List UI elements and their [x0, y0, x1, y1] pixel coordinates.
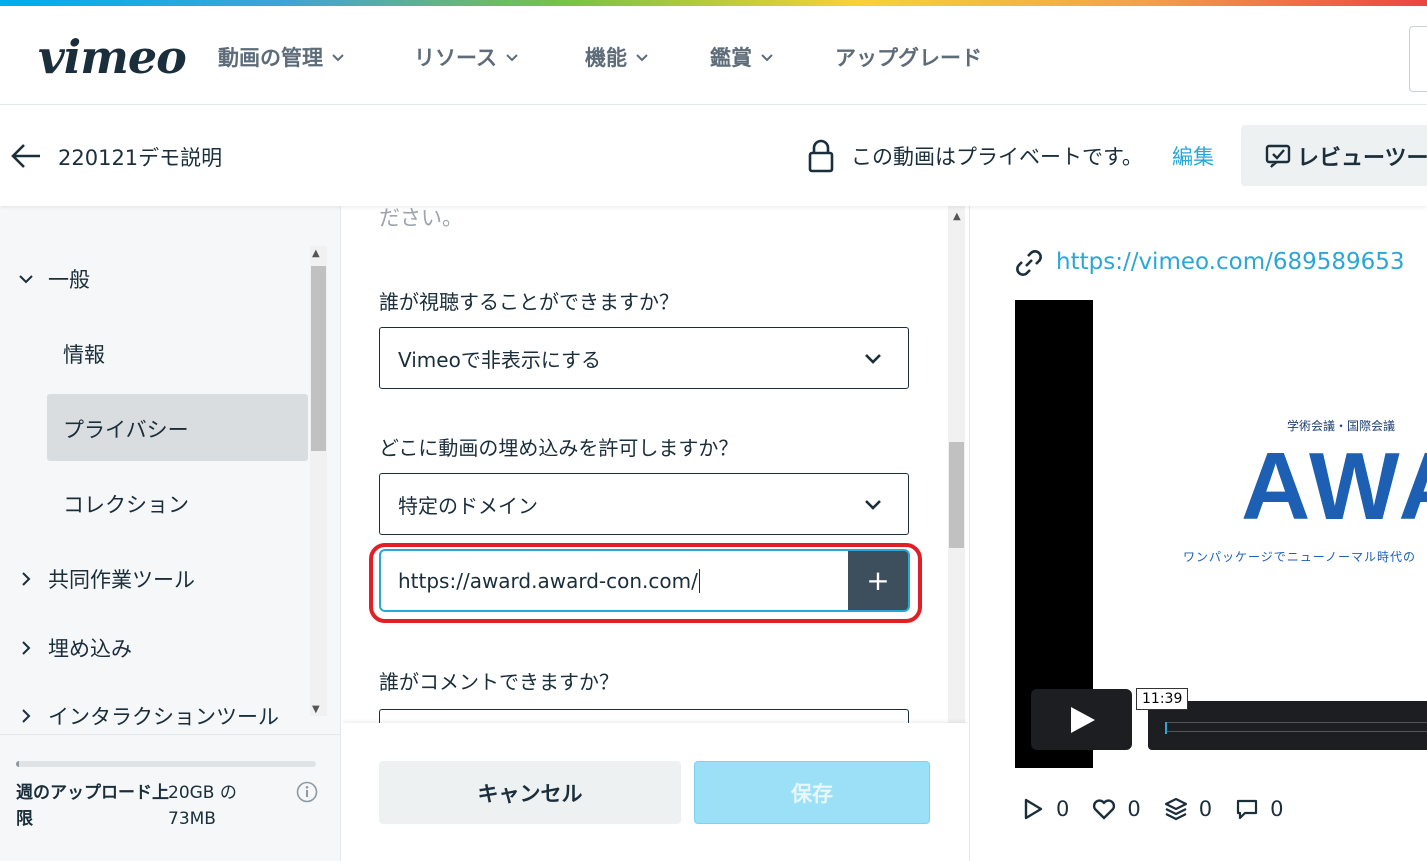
video-stats: 0 0 0 0 — [1020, 796, 1306, 822]
select-value: Vimeoで非表示にする — [398, 347, 602, 372]
scroll-up-arrow-icon[interactable]: ▲ — [953, 211, 961, 222]
settings-sidebar: 一般 情報 プライバシー コレクション 共同作業ツール 埋め込み インタラクショ… — [0, 206, 341, 861]
nav-watch[interactable]: 鑑賞 — [710, 42, 774, 72]
video-player[interactable]: 学術会議・国際会議 AWA ワンパッケージでニューノーマル時代の 11:39 — [1015, 300, 1427, 768]
review-icon — [1265, 144, 1291, 168]
sidebar-item-general[interactable]: 一般 — [18, 264, 90, 294]
text-caret — [698, 568, 700, 593]
nav-upgrade[interactable]: アップグレード — [835, 42, 982, 72]
chevron-right-icon — [22, 709, 31, 723]
video-title: 220121デモ説明 — [58, 146, 223, 170]
lock-icon — [808, 139, 834, 173]
likes-stat: 0 — [1091, 796, 1141, 822]
sidebar-item-label: 共同作業ツール — [48, 568, 195, 592]
sidebar-item-collection[interactable]: コレクション — [63, 489, 189, 519]
who-can-view-label: 誰が視聴することができますか？ — [379, 290, 679, 314]
chevron-right-icon — [22, 572, 31, 586]
play-button[interactable] — [1031, 689, 1132, 750]
nav-features[interactable]: 機能 — [585, 42, 649, 72]
comments-stat: 0 — [1234, 796, 1284, 822]
chevron-down-icon — [332, 54, 344, 62]
link-icon — [1016, 250, 1042, 276]
sidebar-item-label: 埋め込み — [48, 637, 132, 661]
chevron-down-icon — [19, 275, 33, 284]
nav-label: 機能 — [585, 46, 627, 70]
heart-icon — [1093, 799, 1116, 820]
form-footer: キャンセル 保存 — [342, 723, 968, 861]
video-preview-panel: https://vimeo.com/689589653 学術会議・国際会議 AW… — [969, 206, 1427, 861]
likes-count: 0 — [1127, 797, 1141, 821]
sidebar-item-interaction-tools[interactable]: インタラクションツール — [18, 701, 279, 731]
who-can-view-select[interactable]: Vimeoで非表示にする — [379, 327, 909, 389]
slide-brand: AWA — [1241, 433, 1427, 540]
sidebar-item-label: インタラクションツール — [48, 705, 279, 729]
sidebar-item-privacy[interactable]: プライバシー — [63, 414, 189, 444]
plays-count: 0 — [1056, 797, 1070, 821]
chevron-down-icon — [865, 354, 881, 364]
sidebar-item-label: 一般 — [48, 268, 90, 292]
upload-quota-label: 週のアップロード上限 — [16, 783, 169, 829]
nav-search-box[interactable] — [1409, 26, 1427, 92]
collections-count: 0 — [1198, 797, 1213, 821]
main-scrollbar-thumb[interactable] — [949, 442, 964, 548]
nav-label: 鑑賞 — [710, 46, 752, 70]
sidebar-item-label: プライバシー — [63, 418, 189, 442]
who-can-comment-label: 誰がコメントできますか？ — [379, 670, 619, 694]
review-tool-button[interactable]: レビューツー — [1241, 125, 1427, 186]
nav-label: リソース — [414, 46, 497, 70]
progress-bar[interactable] — [1165, 722, 1427, 732]
save-button[interactable]: 保存 — [694, 761, 930, 824]
video-url-link[interactable]: https://vimeo.com/689589653 — [1056, 249, 1405, 275]
sidebar-item-embed[interactable]: 埋め込み — [18, 633, 132, 663]
domain-input[interactable]: https://award.award-con.com/ — [379, 549, 848, 612]
top-navigation: vimeo 動画の管理 リソース 機能 鑑賞 アップグレード — [0, 6, 1427, 105]
nav-resources[interactable]: リソース — [414, 42, 519, 72]
info-icon[interactable] — [296, 781, 318, 803]
progress-playhead[interactable] — [1165, 722, 1167, 734]
upload-quota-value: 20GB の 73MB — [168, 783, 237, 829]
chevron-down-icon — [506, 54, 518, 62]
nav-label: 動画の管理 — [218, 46, 323, 70]
scroll-down-arrow-icon[interactable]: ▼ — [312, 704, 320, 715]
privacy-settings-panel: ださい。 誰が視聴することができますか？ Vimeoで非表示にする どこに動画の… — [342, 206, 968, 861]
slide-tagline: ワンパッケージでニューノーマル時代の — [1183, 550, 1417, 564]
collections-stat: 0 — [1163, 796, 1212, 822]
privacy-status: この動画はプライベートです。 — [851, 145, 1143, 169]
video-header: 220121デモ説明 この動画はプライベートです。 編集 レビューツー — [0, 106, 1427, 206]
select-value: 特定のドメイン — [398, 493, 538, 518]
cancel-button[interactable]: キャンセル — [379, 761, 681, 824]
comments-count: 0 — [1270, 797, 1284, 821]
divider — [0, 734, 341, 735]
domain-input-value: https://award.award-con.com/ — [398, 568, 698, 593]
add-domain-button[interactable]: + — [848, 549, 910, 612]
chevron-down-icon — [761, 54, 773, 62]
edit-privacy-link[interactable]: 編集 — [1172, 141, 1214, 171]
embed-location-label: どこに動画の埋め込みを許可しますか？ — [379, 436, 739, 460]
duration-tooltip: 11:39 — [1136, 688, 1189, 710]
play-icon — [1071, 707, 1095, 733]
layers-icon — [1164, 797, 1187, 821]
comment-icon — [1237, 799, 1258, 820]
review-button-label: レビューツー — [1297, 145, 1427, 171]
description-text: ださい。 — [379, 206, 463, 230]
play-outline-icon — [1024, 798, 1043, 820]
nav-label: アップグレード — [835, 46, 982, 70]
chevron-down-icon — [865, 500, 881, 510]
scroll-up-arrow-icon[interactable]: ▲ — [312, 248, 320, 259]
embed-location-select[interactable]: 特定のドメイン — [379, 473, 909, 535]
sidebar-item-label: 情報 — [63, 343, 105, 367]
sidebar-item-label: コレクション — [63, 493, 189, 517]
vimeo-logo[interactable]: vimeo — [38, 34, 187, 80]
upload-quota-fill — [16, 761, 19, 767]
back-arrow-icon[interactable] — [10, 141, 42, 171]
chevron-down-icon — [636, 54, 648, 62]
sidebar-scrollbar-thumb[interactable] — [311, 266, 326, 451]
chevron-right-icon — [22, 641, 31, 655]
upload-quota-bar — [16, 761, 316, 767]
nav-manage-videos[interactable]: 動画の管理 — [218, 42, 345, 72]
sidebar-item-collab-tools[interactable]: 共同作業ツール — [18, 564, 195, 594]
sidebar-item-info[interactable]: 情報 — [63, 339, 105, 369]
plays-stat: 0 — [1020, 796, 1069, 822]
